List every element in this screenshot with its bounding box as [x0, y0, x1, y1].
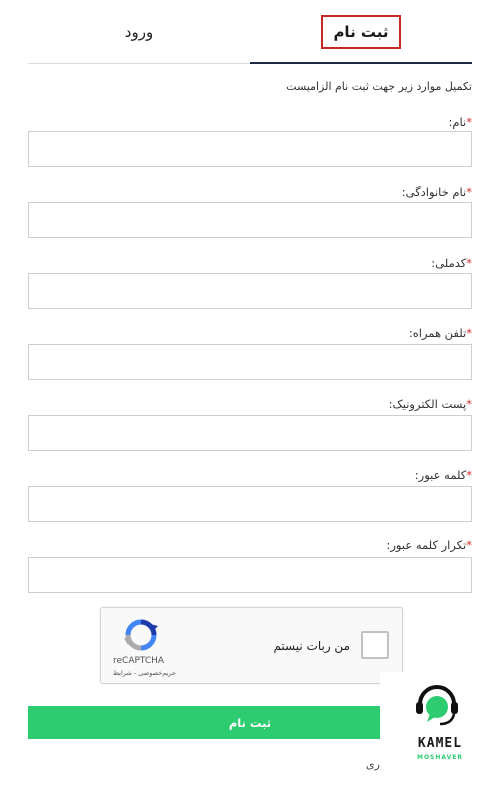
password-label-text: کلمه عبور:: [414, 468, 467, 482]
auth-tabs: ورود ثبت نام: [28, 0, 472, 64]
headset-chat-icon: [416, 685, 458, 726]
national-code-label: *کدملی:: [431, 256, 472, 270]
first-name-label: *نام:: [449, 115, 472, 129]
recaptcha-checkbox[interactable]: [361, 631, 389, 659]
required-marker: *: [466, 468, 472, 482]
recaptcha-label: من ربات نیستم: [273, 639, 350, 653]
required-marker: *: [466, 538, 472, 552]
national-code-input[interactable]: [28, 273, 472, 309]
required-marker: *: [466, 256, 472, 270]
recaptcha-widget: من ربات نیستم reCAPTCHA حریم‌خصوصی - شرا…: [100, 607, 403, 684]
recaptcha-terms-link[interactable]: حریم‌خصوصی - شرایط: [113, 669, 176, 677]
footer-text: ری: [366, 758, 380, 771]
required-marker: *: [466, 397, 472, 411]
password-input[interactable]: [28, 486, 472, 522]
watermark-logo: KAMEL MOSHAVER: [380, 672, 500, 785]
last-name-input[interactable]: [28, 202, 472, 238]
tab-login-label: ورود: [124, 23, 154, 41]
password-confirm-label-text: تکرار کلمه عبور:: [386, 538, 467, 552]
required-marker: *: [466, 326, 472, 340]
email-label-text: پست الکترونیک:: [388, 397, 467, 411]
first-name-input[interactable]: [28, 131, 472, 167]
email-input[interactable]: [28, 415, 472, 451]
recaptcha-logo-icon: [124, 619, 158, 651]
mobile-input[interactable]: [28, 344, 472, 380]
watermark-subtitle: MOSHAVER: [416, 754, 463, 761]
tab-register[interactable]: ثبت نام: [250, 0, 472, 64]
watermark-name: KAMEL: [417, 736, 463, 751]
last-name-label: *نام خانوادگی:: [402, 185, 472, 199]
password-label: *کلمه عبور:: [415, 468, 472, 482]
password-confirm-label: *تکرار کلمه عبور:: [386, 538, 472, 552]
first-name-label-text: نام:: [448, 115, 467, 129]
last-name-label-text: نام خانوادگی:: [401, 185, 467, 199]
recaptcha-brand: reCAPTCHA: [113, 656, 165, 666]
national-code-label-text: کدملی:: [431, 256, 467, 270]
password-confirm-input[interactable]: [28, 557, 472, 593]
mobile-label: *تلفن همراه:: [409, 326, 472, 340]
mobile-label-text: تلفن همراه:: [408, 326, 467, 340]
form-intro-text: تکمیل موارد زیر جهت ثبت نام الزامیست: [286, 80, 472, 93]
tab-register-label: ثبت نام: [321, 15, 401, 49]
active-tab-indicator: [250, 62, 472, 64]
required-marker: *: [466, 115, 472, 129]
required-marker: *: [466, 185, 472, 199]
email-label: *پست الکترونیک:: [389, 397, 472, 411]
tab-login[interactable]: ورود: [28, 0, 250, 64]
